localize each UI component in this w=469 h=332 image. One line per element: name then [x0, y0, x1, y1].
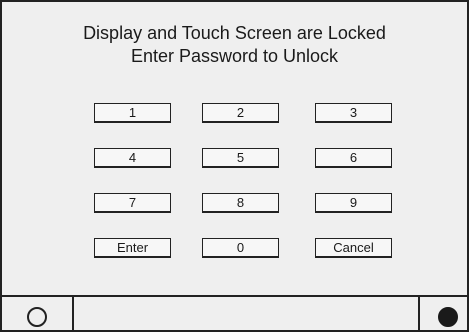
hollow-circle-icon[interactable]: [27, 307, 47, 327]
lock-screen-panel: Display and Touch Screen are Locked Ente…: [0, 0, 469, 332]
enter-button[interactable]: Enter: [94, 238, 171, 258]
key-9-button[interactable]: 9: [315, 193, 392, 213]
footer-status-area: [74, 297, 418, 330]
key-4-button[interactable]: 4: [94, 148, 171, 168]
key-8-button[interactable]: 8: [202, 193, 279, 213]
key-6-button[interactable]: 6: [315, 148, 392, 168]
key-0-button[interactable]: 0: [202, 238, 279, 258]
footer-divider-right: [418, 297, 420, 330]
key-5-button[interactable]: 5: [202, 148, 279, 168]
filled-circle-icon[interactable]: [438, 307, 458, 327]
key-3-button[interactable]: 3: [315, 103, 392, 123]
key-2-button[interactable]: 2: [202, 103, 279, 123]
key-1-button[interactable]: 1: [94, 103, 171, 123]
lock-title: Display and Touch Screen are Locked: [83, 23, 386, 43]
unlock-instruction: Enter Password to Unlock: [130, 46, 339, 66]
key-7-button[interactable]: 7: [94, 193, 171, 213]
cancel-button[interactable]: Cancel: [315, 238, 392, 258]
footer-bar: [2, 295, 467, 330]
